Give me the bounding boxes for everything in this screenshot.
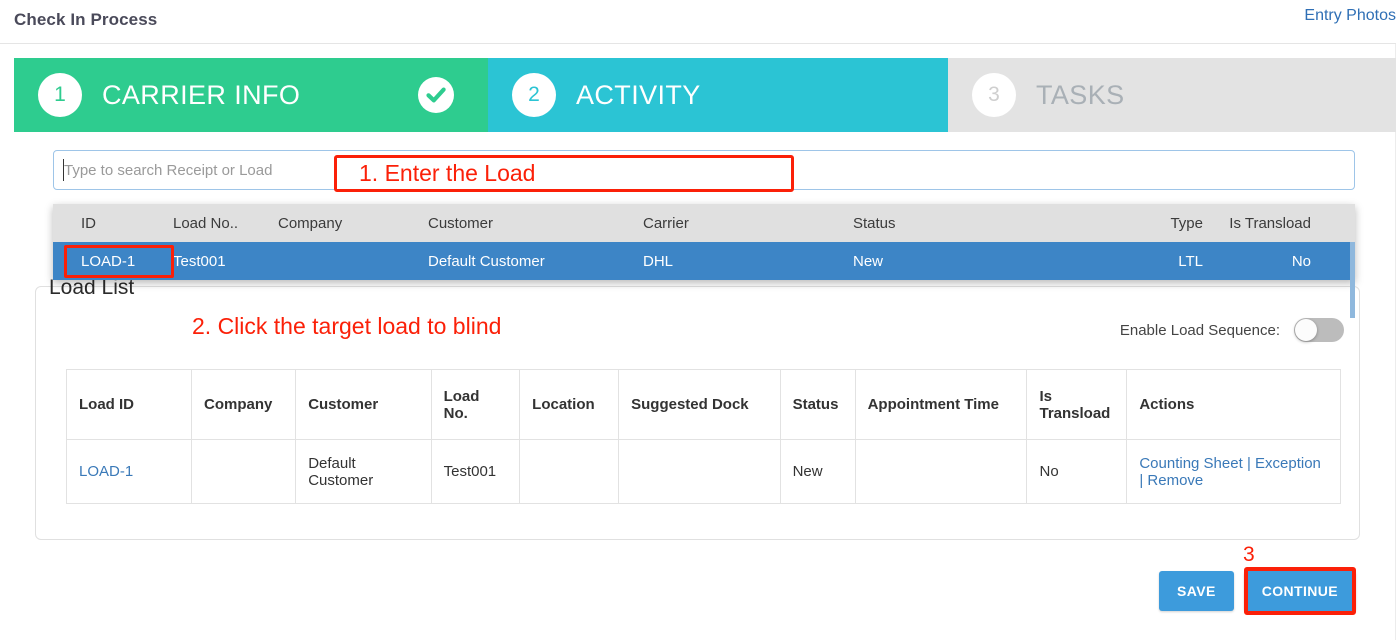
toggle-knob xyxy=(1295,319,1317,341)
suggestion-carrier: DHL xyxy=(643,252,674,270)
footer-actions: SAVE CONTINUE xyxy=(1159,571,1356,611)
col-is-transload: Is Transload xyxy=(1026,369,1128,440)
load-list-table: Load ID Company Customer Load No. Locati… xyxy=(65,369,1341,504)
suggestion-load-no: Test001 xyxy=(173,252,226,270)
remove-link[interactable]: Remove xyxy=(1147,472,1203,489)
col-actions: Actions xyxy=(1126,369,1341,440)
table-row[interactable]: LOAD-1 Default Customer Test001 New No C… xyxy=(65,439,1341,504)
continue-button[interactable]: CONTINUE xyxy=(1243,571,1356,611)
annotation-step1-text: 1. Enter the Load xyxy=(359,160,536,186)
suggest-col-id: ID xyxy=(81,214,96,232)
col-status: Status xyxy=(779,369,856,440)
cell-location xyxy=(519,439,620,504)
col-load-no: Load No. xyxy=(430,369,521,440)
load-table-header-row: Load ID Company Customer Load No. Locati… xyxy=(65,369,1341,440)
text-caret xyxy=(63,159,64,181)
suggestion-status: New xyxy=(853,252,884,270)
top-bar: Check In Process Entry Photos xyxy=(0,0,1396,44)
cell-customer: Default Customer xyxy=(295,439,432,504)
counting-sheet-link[interactable]: Counting Sheet xyxy=(1139,455,1242,472)
col-load-id: Load ID xyxy=(65,369,193,440)
load-id-link[interactable]: LOAD-1 xyxy=(79,463,133,480)
suggestion-row[interactable]: LOAD-1 Test001 Default Customer DHL New … xyxy=(53,242,1355,318)
cell-suggested-dock xyxy=(618,439,781,504)
suggest-col-company: Company xyxy=(278,214,343,232)
suggest-col-status: Status xyxy=(853,214,896,232)
annotation-step2-text: 2. Click the target load to blind xyxy=(192,313,502,339)
annotation-box-step1: 1. Enter the Load xyxy=(334,155,794,192)
suggestion-type: LTL xyxy=(1178,252,1203,270)
suggestions-scrollbar[interactable] xyxy=(1350,242,1355,318)
annotation-step3-text: 3 xyxy=(1243,543,1255,566)
step-activity[interactable]: 2 ACTIVITY xyxy=(488,58,948,132)
suggestion-id: LOAD-1 xyxy=(81,252,136,270)
check-in-process-page: Check In Process Entry Photos 1 CARRIER … xyxy=(0,0,1396,640)
suggest-col-is-transload: Is Transload xyxy=(1229,214,1311,232)
search-suggestions-dropdown: ID Load No.. Company Customer Carrier St… xyxy=(53,204,1355,318)
cell-actions: Counting Sheet | Exception | Remove xyxy=(1126,439,1341,504)
action-separator-1: | xyxy=(1246,454,1251,472)
entry-photos-link[interactable]: Entry Photos xyxy=(1304,7,1396,25)
suggest-col-carrier: Carrier xyxy=(643,214,689,232)
step-1-badge: 1 xyxy=(38,73,82,117)
cell-company xyxy=(191,439,297,504)
enable-load-sequence-control: Enable Load Sequence: xyxy=(1120,318,1344,342)
step-tasks[interactable]: 3 TASKS xyxy=(948,58,1396,132)
suggest-col-customer: Customer xyxy=(428,214,494,232)
col-location: Location xyxy=(519,369,620,440)
step-3-label: TASKS xyxy=(1036,79,1125,110)
page-title: Check In Process xyxy=(14,10,158,29)
enable-load-sequence-label: Enable Load Sequence: xyxy=(1119,321,1280,339)
step-2-badge: 2 xyxy=(512,73,556,117)
suggest-col-type: Type xyxy=(1170,214,1203,232)
exception-link[interactable]: Exception xyxy=(1255,455,1321,472)
step-wizard: 1 CARRIER INFO 2 ACTIVITY 3 TASKS xyxy=(14,58,1396,132)
col-appointment-time: Appointment Time xyxy=(854,369,1028,440)
suggestions-header-row: ID Load No.. Company Customer Carrier St… xyxy=(53,204,1355,242)
col-suggested-dock: Suggested Dock xyxy=(618,369,781,440)
col-customer: Customer xyxy=(295,369,432,440)
check-circle-icon xyxy=(418,77,454,113)
step-2-label: ACTIVITY xyxy=(576,79,701,110)
cell-is-transload: No xyxy=(1026,439,1128,504)
enable-load-sequence-toggle[interactable] xyxy=(1294,318,1344,342)
suggestion-is-transload: No xyxy=(1291,252,1311,270)
suggest-col-load-no: Load No.. xyxy=(173,214,239,232)
cell-load-id: LOAD-1 xyxy=(65,439,193,504)
cell-status: New xyxy=(779,439,856,504)
cell-load-no: Test001 xyxy=(430,439,521,504)
cell-appointment-time xyxy=(854,439,1028,504)
save-button[interactable]: SAVE xyxy=(1159,571,1234,611)
action-separator-2: | xyxy=(1139,471,1144,489)
col-company: Company xyxy=(191,369,297,440)
suggestion-customer: Default Customer xyxy=(428,252,545,270)
step-3-badge: 3 xyxy=(972,73,1016,117)
step-1-label: CARRIER INFO xyxy=(102,79,301,110)
step-carrier-info[interactable]: 1 CARRIER INFO xyxy=(14,58,488,132)
